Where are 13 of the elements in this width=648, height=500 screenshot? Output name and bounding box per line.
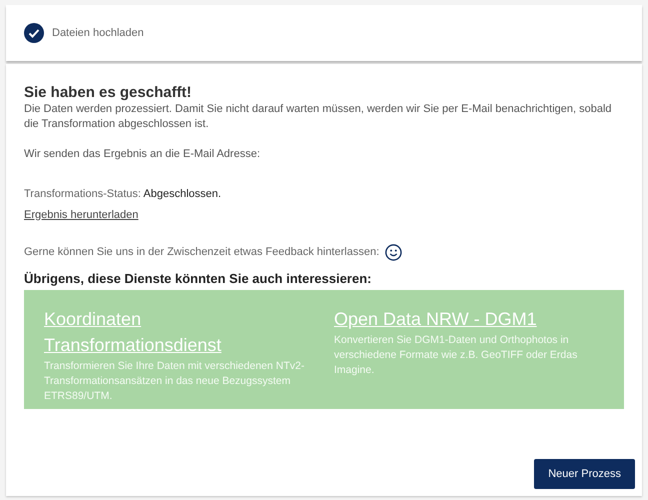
step-label: Dateien hochladen bbox=[52, 26, 144, 41]
service-description: Transformieren Sie Ihre Daten mit verschiedenen NTv2-Transformationsansätzen in das neue Bezugssystem ETRS89/UTM. bbox=[44, 359, 306, 404]
new-process-button[interactable]: Neuer Prozess bbox=[534, 459, 635, 489]
feedback-text: Gerne können Sie uns in der Zwischenzeit etwas Feedback hinterlassen: bbox=[24, 244, 380, 260]
service-description: Konvertieren Sie DGM1-Daten und Orthophotos in verschiedene Formate wie z.B. GeoTIFF oder Erdas Imagine. bbox=[334, 333, 578, 378]
smiley-icon[interactable] bbox=[385, 244, 402, 260]
email-text: Wir senden das Ergebnis an die E-Mail Adresse: bbox=[24, 147, 262, 162]
status-value: Abgeschlossen. bbox=[143, 188, 222, 200]
download-link[interactable]: Ergebnis herunterladen bbox=[24, 208, 138, 220]
status-label: Transformations-Status: bbox=[24, 188, 141, 200]
intro-text: Die Daten werden prozessiert. Damit Sie nicht darauf warten müssen, werden wir Sie per E-Mail benachrichtigen, sobald die Transformation abgeschlossen ist. bbox=[24, 102, 613, 132]
services-heading: Übrigens, diese Dienste könnten Sie auch interessieren: bbox=[24, 270, 372, 288]
heading: Sie haben es geschafft! bbox=[24, 84, 193, 102]
